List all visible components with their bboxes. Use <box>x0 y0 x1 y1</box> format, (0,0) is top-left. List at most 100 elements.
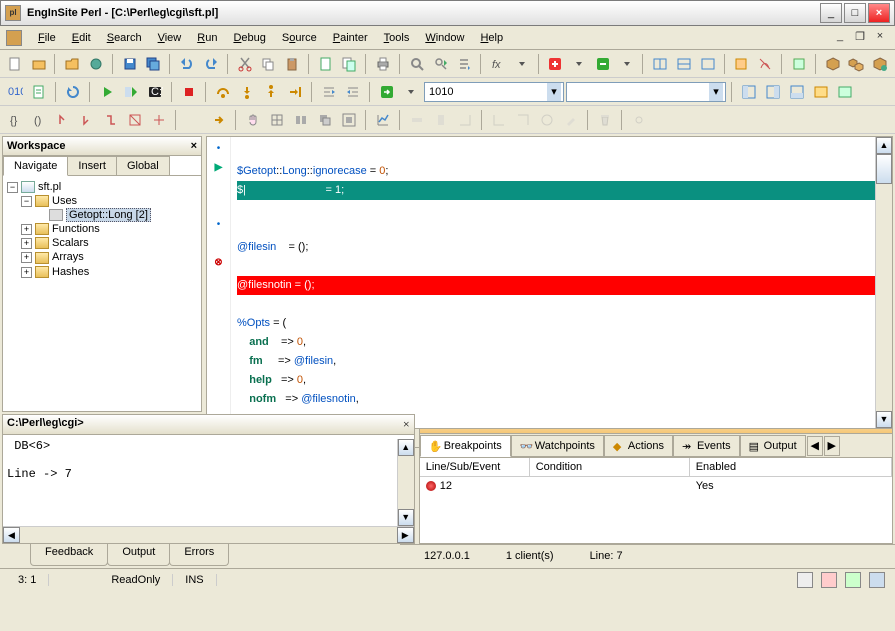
scroll-right-icon[interactable]: ▶ <box>397 527 414 543</box>
indent-right-icon[interactable] <box>342 81 364 103</box>
shape1-icon[interactable] <box>406 109 428 131</box>
tab-errors[interactable]: Errors <box>169 544 229 566</box>
menu-search[interactable]: Search <box>99 29 150 47</box>
menu-source[interactable]: Source <box>274 29 325 47</box>
scroll-left-icon[interactable]: ◀ <box>3 527 20 543</box>
layout-a-icon[interactable] <box>738 81 760 103</box>
tree-expand-icon[interactable]: + <box>21 224 32 235</box>
split-v-icon[interactable] <box>673 53 695 75</box>
trash-icon[interactable] <box>594 109 616 131</box>
minimize-button[interactable]: _ <box>820 3 842 23</box>
layout-c-icon[interactable] <box>786 81 808 103</box>
toolbar-btn-a[interactable] <box>315 53 337 75</box>
scroll-down-icon[interactable]: ▼ <box>876 411 892 428</box>
find-next-icon[interactable] <box>430 53 452 75</box>
console-icon[interactable]: C:\ <box>144 81 166 103</box>
close-button[interactable]: × <box>868 3 890 23</box>
col-line[interactable]: Line/Sub/Event <box>420 458 530 476</box>
console-hscroll[interactable]: ◀ ▶ <box>3 526 414 543</box>
right-arrow-icon[interactable] <box>208 109 230 131</box>
step-over-icon[interactable] <box>212 81 234 103</box>
run-sel-icon[interactable] <box>120 81 142 103</box>
status-icon-1[interactable] <box>797 572 813 588</box>
fx-icon[interactable]: fx <box>487 53 509 75</box>
code-editor[interactable]: • ▶ • ⊗ $Getopt::Long::ignorecase = 0; $… <box>206 136 893 429</box>
workspace-tree[interactable]: −sft.pl −Uses Getopt::Long [2] +Function… <box>3 176 201 411</box>
replace-icon[interactable] <box>453 53 475 75</box>
remove-box-icon[interactable] <box>592 53 614 75</box>
step-out-icon[interactable] <box>260 81 282 103</box>
goto-dropdown-icon[interactable] <box>400 81 422 103</box>
shape6-icon[interactable] <box>536 109 558 131</box>
mdi-close-button[interactable]: × <box>871 30 889 46</box>
binary-icon[interactable]: 0101 <box>4 81 26 103</box>
redo-icon[interactable] <box>200 53 222 75</box>
tree-collapse-icon[interactable]: − <box>21 196 32 207</box>
console-close-icon[interactable]: × <box>403 417 410 432</box>
menu-window[interactable]: Window <box>417 29 472 47</box>
tree-expand-icon[interactable]: + <box>21 267 32 278</box>
indent-left-icon[interactable] <box>318 81 340 103</box>
refresh-icon[interactable] <box>62 81 84 103</box>
status-icon-3[interactable] <box>845 572 861 588</box>
tree-arrays[interactable]: Arrays <box>52 251 84 263</box>
unsplit-icon[interactable] <box>697 53 719 75</box>
breakpoint-marker-icon[interactable]: • <box>207 219 230 238</box>
cut-icon[interactable] <box>234 53 256 75</box>
step-into-icon[interactable] <box>236 81 258 103</box>
step5-icon[interactable] <box>148 109 170 131</box>
tab-navigate[interactable]: Navigate <box>3 156 68 176</box>
shape4-icon[interactable] <box>488 109 510 131</box>
console-output[interactable]: DB<6> Line -> 7 <box>3 435 414 526</box>
paren-icon[interactable]: () <box>28 109 50 131</box>
code-area[interactable]: $Getopt::Long::ignorecase = 0; $| = 1; @… <box>231 137 875 428</box>
combo-symbol[interactable]: 1010 <box>424 82 564 102</box>
center-tool-icon[interactable] <box>338 109 360 131</box>
scroll-up-icon[interactable]: ▲ <box>398 439 414 456</box>
doc-green-icon[interactable] <box>28 81 50 103</box>
workspace-close-icon[interactable]: × <box>191 140 197 152</box>
find-icon[interactable] <box>406 53 428 75</box>
tree-uses[interactable]: Uses <box>52 195 77 207</box>
grid-tool-icon[interactable] <box>266 109 288 131</box>
overlap-tool-icon[interactable] <box>314 109 336 131</box>
shape3-icon[interactable] <box>454 109 476 131</box>
align-tool-icon[interactable] <box>290 109 312 131</box>
save-all-icon[interactable] <box>143 53 165 75</box>
tree-functions[interactable]: Functions <box>52 223 100 235</box>
tab-global[interactable]: Global <box>116 156 170 175</box>
editor-vscroll[interactable]: ▲ ▼ <box>875 137 892 428</box>
step3-icon[interactable] <box>100 109 122 131</box>
step1-icon[interactable] <box>52 109 74 131</box>
col-enabled[interactable]: Enabled <box>690 458 892 476</box>
tree-uses-item[interactable]: Getopt::Long [2] <box>66 208 151 222</box>
split-h-icon[interactable] <box>649 53 671 75</box>
tab-insert[interactable]: Insert <box>67 156 117 175</box>
menu-painter[interactable]: Painter <box>325 29 376 47</box>
print-icon[interactable] <box>372 53 394 75</box>
chart-icon[interactable] <box>372 109 394 131</box>
toolbar-btn-b[interactable] <box>339 53 361 75</box>
package-open-icon[interactable] <box>869 53 891 75</box>
link-icon[interactable] <box>628 109 650 131</box>
undo-icon[interactable] <box>176 53 198 75</box>
brace-icon[interactable]: {} <box>4 109 26 131</box>
tool-c3-icon[interactable] <box>788 53 810 75</box>
menu-file[interactable]: File <box>30 29 64 47</box>
run-to-cursor-icon[interactable] <box>284 81 306 103</box>
tool-c1-icon[interactable] <box>731 53 753 75</box>
menu-view[interactable]: View <box>150 29 190 47</box>
layout-d-icon[interactable] <box>810 81 832 103</box>
run-icon[interactable] <box>96 81 118 103</box>
new-folder-icon[interactable] <box>28 53 50 75</box>
new-file-icon[interactable] <box>4 53 26 75</box>
package-icon[interactable] <box>822 53 844 75</box>
shape2-icon[interactable] <box>430 109 452 131</box>
breakpoint-marker-icon[interactable]: • <box>207 143 230 162</box>
remove-dropdown-icon[interactable] <box>616 53 638 75</box>
add-dropdown-icon[interactable] <box>568 53 590 75</box>
combo-line[interactable] <box>566 82 726 102</box>
menu-help[interactable]: Help <box>472 29 511 47</box>
layout-e-icon[interactable] <box>834 81 856 103</box>
step2-icon[interactable] <box>76 109 98 131</box>
